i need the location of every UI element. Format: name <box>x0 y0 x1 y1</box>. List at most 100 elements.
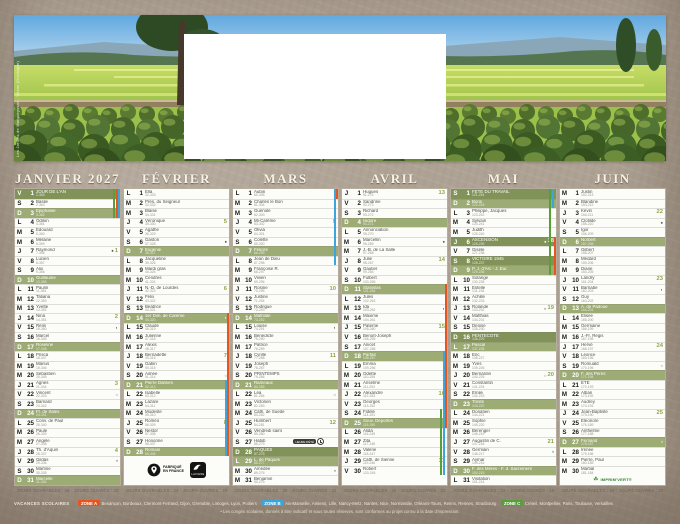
day-count: 42-323 <box>145 290 211 293</box>
day-count: 129-236 <box>472 271 538 274</box>
day-row: D17Roseline17-348 <box>15 342 120 352</box>
day-row: M2Prés. du Seigneur33-332 <box>124 199 229 209</box>
day-letter: M <box>342 382 351 389</box>
day-row: D7Félicité66-299 <box>233 246 338 256</box>
fabrique-en-france-label: FABRIQUÉEN FRANCE <box>163 466 184 474</box>
day-letter: D <box>451 334 460 341</box>
day-count: 106-259 <box>363 338 429 341</box>
day-number: 16 <box>460 334 470 341</box>
saint-block: Mardi gras40-325 <box>143 267 211 275</box>
day-number: 4 <box>351 219 361 226</box>
day-count: 168-197 <box>581 348 647 351</box>
day-row: M19Yves139-226 <box>451 361 556 371</box>
saint-block: Rameaux80-285 <box>252 381 320 389</box>
holiday-zone-stripe <box>118 189 120 218</box>
day-count: 113-252 <box>363 405 429 408</box>
day-number: 3 <box>24 210 34 217</box>
saint-block: Anselme111-254 <box>361 381 429 389</box>
day-row: M23Lazare54-311 <box>124 399 229 409</box>
day-number: 30 <box>242 468 252 475</box>
day-count: 148-217 <box>472 453 538 456</box>
day-row-gutter: ◐19 <box>538 306 556 312</box>
day-number: 1 <box>569 190 579 197</box>
day-count: 78-287 <box>254 367 320 370</box>
day-number: 3 <box>351 210 361 217</box>
saint-block: Rodrigue72-293 <box>252 305 320 313</box>
day-row: D30F. des Mères - F. d. Sacrement150-215 <box>451 466 556 476</box>
day-row: J3Kévin154-21122 <box>560 208 665 218</box>
day-letter: J <box>124 353 133 360</box>
day-row: V16Benoît-Joseph106-259 <box>342 332 447 342</box>
day-letter: J <box>560 277 569 284</box>
day-number: 11 <box>133 286 143 293</box>
day-row: D18Parfait108-257 <box>342 351 447 361</box>
day-count: 18-347 <box>36 357 102 360</box>
day-number: 2 <box>569 200 579 207</box>
day-number: 11 <box>351 286 361 293</box>
day-row: V5Olivia64-301 <box>233 227 338 237</box>
saint-block: Amédée89-276 <box>252 467 320 475</box>
saint-block: Lucien8-357 <box>34 257 102 265</box>
saint-block: Honorine58-307 <box>143 439 211 447</box>
day-count: 155-210 <box>581 223 647 226</box>
saint-block: Philippe, Jacques123-242 <box>470 209 538 217</box>
day-row: S15Denise135-230 <box>451 323 556 333</box>
day-count: 19-346 <box>36 367 102 370</box>
saint-block: Rolande133-232 <box>470 305 538 313</box>
day-count: 20-345 <box>36 376 102 379</box>
day-letter: V <box>451 382 460 389</box>
day-number: 12 <box>460 296 470 303</box>
zone-c-badge: ZONE C <box>501 500 522 506</box>
day-row: L5Annonciation95-270 <box>342 227 447 237</box>
day-row: J6ASCENSION126-239●18 <box>451 237 556 247</box>
overprint-blank-area <box>184 34 446 159</box>
holiday-zone-stripe <box>554 237 556 275</box>
day-letter: M <box>124 410 133 417</box>
day-letter: L <box>15 286 24 293</box>
saint-block: Gautier99-266 <box>361 267 429 275</box>
day-row: M7J.-B. de La Salle97-268 <box>342 246 447 256</box>
day-row: S8VICTOIRE 1945128-237 <box>451 256 556 266</box>
dst-label: HEURE D'ÉTÉ <box>293 439 316 444</box>
day-letter: V <box>15 391 24 398</box>
day-letter: J <box>15 382 24 389</box>
day-count: 167-198 <box>581 338 647 341</box>
day-row: D2Boris122-243 <box>451 199 556 209</box>
day-row: M30Martial181-184 <box>560 466 665 476</box>
saint-block: Justine71-294 <box>252 295 320 303</box>
day-number: 13 <box>569 305 579 312</box>
day-row: S26Anthelme177-188 <box>560 428 665 438</box>
day-count: 150-215 <box>472 472 538 475</box>
day-letter: M <box>451 219 460 226</box>
day-count: 36-329 <box>145 233 211 236</box>
day-letter: L <box>560 449 569 456</box>
day-letter: S <box>15 200 24 207</box>
saint-block: Marcel16-349 <box>34 334 102 342</box>
day-number: 22 <box>460 391 470 398</box>
day-count: 59-306 <box>145 453 211 456</box>
day-number: 24 <box>24 410 34 417</box>
working-days-footer: JOURS OUVRABLES : 25 - JOURS OUVRÉS : 20 <box>14 488 121 493</box>
day-row: J28Th. d'Aquin28-3374 <box>15 447 120 457</box>
day-letter: S <box>560 363 569 370</box>
day-row: V21Constantin141-224 <box>451 380 556 390</box>
day-letter: M <box>560 324 569 331</box>
day-count: 57-308 <box>145 433 211 436</box>
day-count: 71-294 <box>254 300 320 303</box>
day-number: 9 <box>569 267 579 274</box>
day-letter: S <box>124 372 133 379</box>
saint-block: F. des Mères - F. d. Sacrement150-215 <box>470 467 538 475</box>
day-row: V30Robert120-245 <box>342 466 447 476</box>
saint-block: Igor156-209 <box>579 228 647 236</box>
saint-block: Romuald170-195 <box>579 362 647 370</box>
day-letter: L <box>560 382 569 389</box>
saint-block: Judith125-240 <box>470 228 538 236</box>
day-count: 159-206 <box>581 262 647 265</box>
day-row: S17Anicet107-258 <box>342 342 447 352</box>
day-count: 51-314 <box>145 376 211 379</box>
day-letter: V <box>342 468 351 475</box>
day-letter: M <box>233 200 242 207</box>
day-row: M2Blandine153-212 <box>560 199 665 209</box>
day-count: 24-341 <box>36 414 102 417</box>
day-letter: S <box>15 468 24 475</box>
